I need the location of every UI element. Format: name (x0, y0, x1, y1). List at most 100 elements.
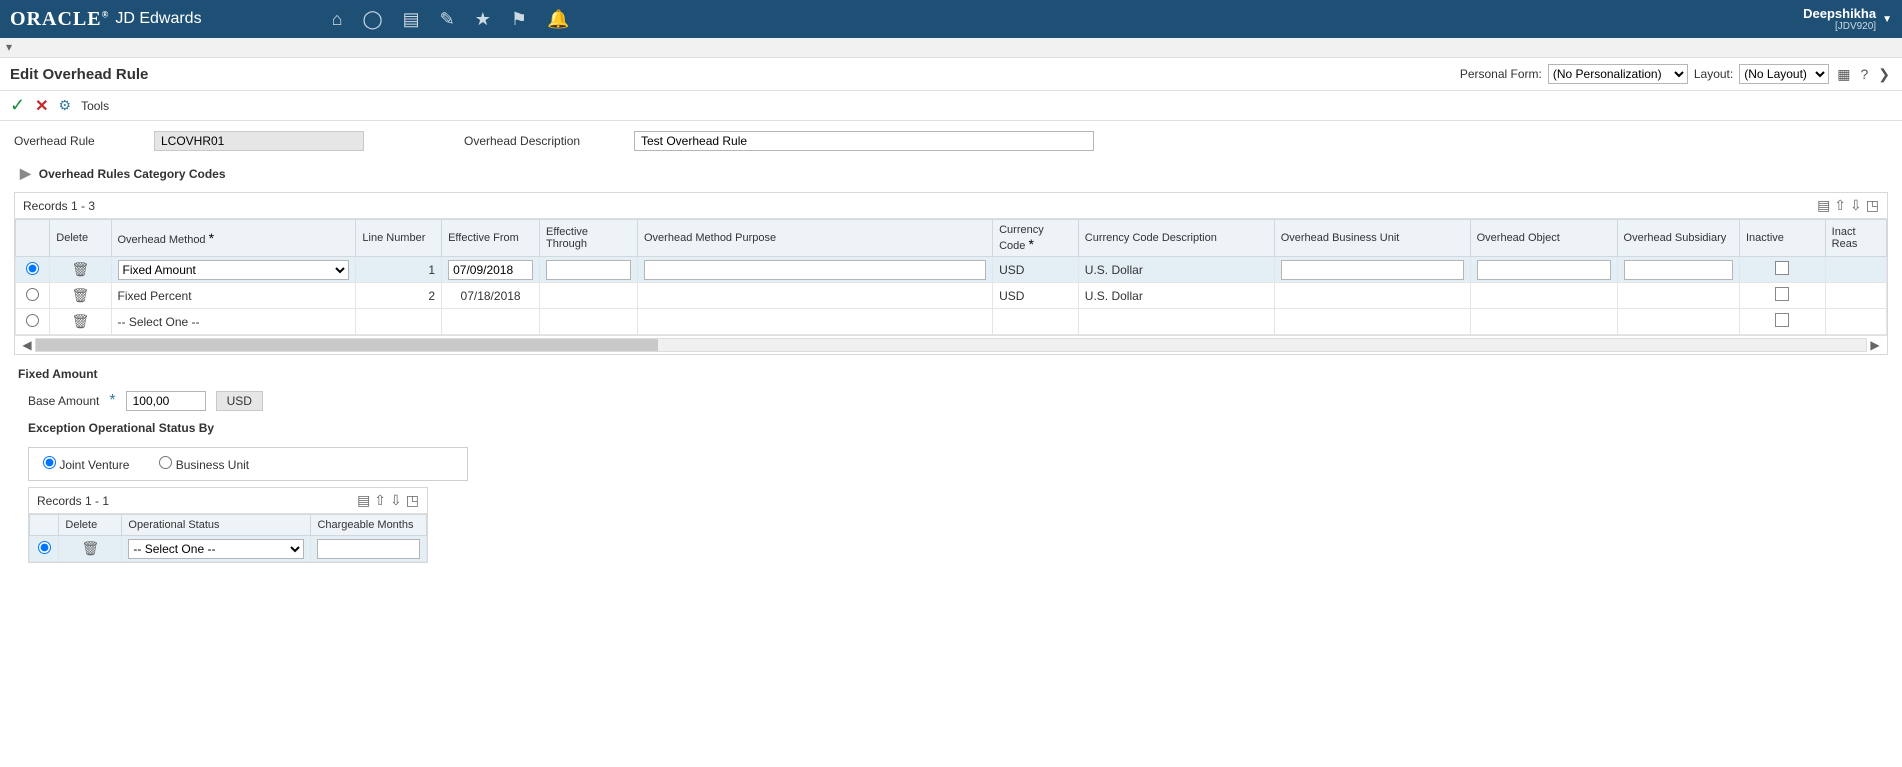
col2-opstatus[interactable]: Operational Status (122, 515, 311, 536)
edit-icon[interactable]: ✎ (440, 9, 455, 30)
col-inactive[interactable]: Inactive (1739, 220, 1825, 257)
col-purpose[interactable]: Overhead Method Purpose (638, 220, 993, 257)
eff-from-input[interactable] (448, 260, 533, 280)
grid-expand-icon[interactable]: ◳ (406, 492, 419, 509)
breadcrumb-bar: ▾ (0, 38, 1902, 58)
table-row[interactable]: 🗑 -- Select One -- (30, 536, 427, 562)
save-layout-icon[interactable]: ▦ (1835, 66, 1852, 83)
ok-button[interactable]: ✓ (10, 95, 25, 116)
row-select-radio[interactable] (38, 541, 51, 554)
flag-icon[interactable]: ⚑ (511, 9, 527, 30)
obu-input[interactable] (1281, 260, 1464, 280)
overhead-desc-input[interactable] (634, 131, 1094, 151)
breadcrumb-toggle[interactable]: ▾ (0, 38, 18, 56)
star-icon[interactable]: ★ (475, 9, 491, 30)
personal-form-select[interactable]: (No Personalization) (1548, 64, 1688, 84)
col-osub[interactable]: Overhead Subsidiary (1617, 220, 1739, 257)
exception-grid: Records 1 - 1 ▤ ⇧ ⇩ ◳ Delete Operational… (28, 487, 428, 563)
home-icon[interactable]: ⌂ (332, 9, 343, 30)
inactive-checkbox[interactable] (1775, 287, 1789, 301)
method-cell: Fixed Percent (111, 283, 356, 309)
category-codes-title: Overhead Rules Category Codes (39, 167, 226, 181)
col-delete[interactable]: Delete (50, 220, 111, 257)
col-ccy-desc[interactable]: Currency Code Description (1078, 220, 1274, 257)
chevron-down-icon[interactable]: ▼ (1882, 14, 1892, 25)
user-name: Deepshikha (1803, 6, 1876, 21)
close-icon[interactable]: ❯ (1876, 66, 1892, 83)
table-row[interactable]: 🗑 -- Select One -- (16, 309, 1887, 335)
grid-upload-icon[interactable]: ⇧ (374, 492, 386, 509)
col-eff-thru[interactable]: Effective Through (540, 220, 638, 257)
user-area[interactable]: Deepshikha [JDV920] ▼ (1803, 6, 1892, 32)
eff-thru-input[interactable] (546, 260, 631, 280)
col-obu[interactable]: Overhead Business Unit (1274, 220, 1470, 257)
page-title: Edit Overhead Rule (10, 66, 148, 83)
ccy-cell: USD (993, 257, 1079, 283)
table-row[interactable]: 🗑 Fixed Amount 1 USD U.S. Dollar (16, 257, 1887, 283)
base-amount-ccy: USD (216, 391, 263, 411)
base-amount-label: Base Amount (28, 394, 99, 408)
inactive-checkbox[interactable] (1775, 261, 1789, 275)
expand-icon[interactable]: ▶ (20, 165, 31, 182)
col2-chgmonths[interactable]: Chargeable Months (311, 515, 427, 536)
col2-delete[interactable]: Delete (59, 515, 122, 536)
form-header: Overhead Rule Overhead Description ▶ Ove… (0, 121, 1902, 579)
trash-icon[interactable]: 🗑 (72, 313, 90, 329)
grid-download-icon[interactable]: ⇩ (1850, 197, 1862, 214)
grid-customize-icon[interactable]: ▤ (357, 492, 370, 509)
col-eff-from[interactable]: Effective From (442, 220, 540, 257)
opt-business-unit[interactable]: Business Unit (159, 456, 249, 472)
chg-months-input[interactable] (317, 539, 420, 559)
tools-gear-icon[interactable]: ⚙ (59, 97, 72, 114)
op-status-select[interactable]: -- Select One -- (128, 539, 304, 559)
help-icon[interactable]: ? (1858, 66, 1870, 82)
col-method[interactable]: Overhead Method * (111, 220, 356, 257)
trash-icon[interactable]: 🗑 (72, 261, 90, 277)
layout-label: Layout: (1694, 67, 1733, 81)
top-icon-bar: ⌂ ◯ ▤ ✎ ★ ⚑ 🔔 (322, 9, 580, 30)
overhead-rule-input (154, 131, 364, 151)
tools-label: Tools (81, 99, 109, 113)
grid-download-icon[interactable]: ⇩ (390, 492, 402, 509)
grid2-records: Records 1 - 1 (37, 494, 109, 508)
col-inac-reason[interactable]: Inact Reas (1825, 220, 1886, 257)
row-select-radio[interactable] (26, 288, 39, 301)
grid2-table: Delete Operational Status Chargeable Mon… (29, 514, 427, 562)
top-bar: ORACLE® JD Edwards ⌂ ◯ ▤ ✎ ★ ⚑ 🔔 Deepshi… (0, 0, 1902, 38)
inactive-checkbox[interactable] (1775, 313, 1789, 327)
opt-joint-venture[interactable]: Joint Venture (43, 456, 129, 472)
col-oobj[interactable]: Overhead Object (1470, 220, 1617, 257)
clock-icon[interactable]: ◯ (362, 9, 382, 30)
line-no: 1 (356, 257, 442, 283)
required-star-icon: * (109, 392, 115, 410)
oobj-input[interactable] (1477, 260, 1611, 280)
table-row[interactable]: 🗑 Fixed Percent 2 07/18/2018 USD U.S. Do… (16, 283, 1887, 309)
chart-icon[interactable]: ▤ (403, 9, 420, 30)
scroll-right-icon[interactable]: ▶ (1867, 338, 1883, 352)
osub-input[interactable] (1624, 260, 1733, 280)
row-select-radio[interactable] (26, 314, 39, 327)
scroll-thumb[interactable] (36, 339, 658, 351)
purpose-input[interactable] (644, 260, 986, 280)
layout-select[interactable]: (No Layout) (1739, 64, 1829, 84)
product-name: JD Edwards (115, 10, 201, 28)
base-amount-input[interactable] (126, 391, 206, 411)
method-cell: -- Select One -- (111, 309, 356, 335)
method-select[interactable]: Fixed Amount (118, 260, 350, 280)
col-ccy[interactable]: Currency Code * (993, 220, 1079, 257)
trash-icon[interactable]: 🗑 (82, 540, 100, 556)
trash-icon[interactable]: 🗑 (72, 287, 90, 303)
overhead-rule-label: Overhead Rule (14, 134, 124, 148)
row-select-radio[interactable] (26, 262, 39, 275)
category-codes-section: ▶ Overhead Rules Category Codes (14, 161, 1888, 186)
ccy-cell: USD (993, 283, 1079, 309)
col-line-no[interactable]: Line Number (356, 220, 442, 257)
grid1-scroll[interactable]: ◀ ▶ (15, 335, 1887, 354)
bell-icon[interactable]: 🔔 (547, 9, 569, 30)
grid-expand-icon[interactable]: ◳ (1866, 197, 1879, 214)
grid-upload-icon[interactable]: ⇧ (1834, 197, 1846, 214)
scroll-left-icon[interactable]: ◀ (19, 338, 35, 352)
cancel-button[interactable]: ✕ (35, 96, 48, 116)
grid-customize-icon[interactable]: ▤ (1817, 197, 1830, 214)
personal-form-area: Personal Form: (No Personalization) Layo… (1460, 64, 1892, 84)
